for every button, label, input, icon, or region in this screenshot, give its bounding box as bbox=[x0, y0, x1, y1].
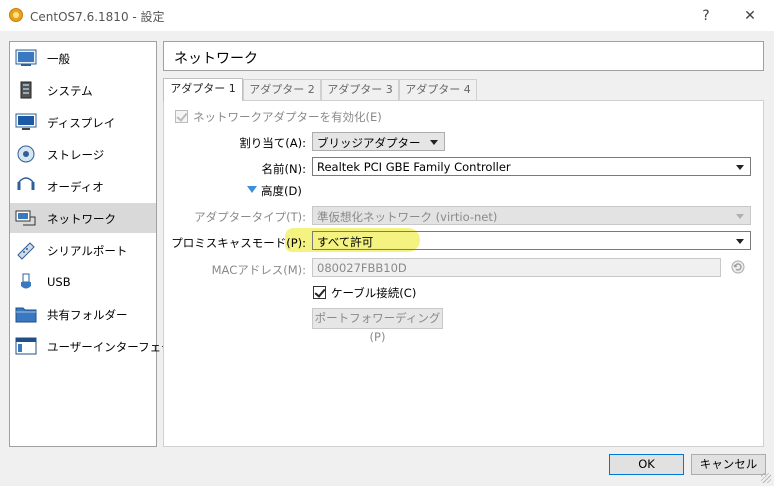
ok-button[interactable]: OK bbox=[609, 454, 684, 475]
promiscuous-mode-value: すべて許可 bbox=[317, 235, 374, 249]
mac-address-field[interactable]: 080027FBB10D bbox=[312, 258, 721, 277]
storage-icon bbox=[17, 145, 35, 163]
tab-adapter-4[interactable]: アダプター 4 bbox=[399, 79, 477, 100]
serial-port-icon bbox=[17, 242, 35, 260]
sidebar-item-label: ディスプレイ bbox=[47, 116, 116, 130]
tab-adapter-2[interactable]: アダプター 2 bbox=[243, 79, 321, 100]
sidebar-item-label: 共有フォルダー bbox=[47, 308, 128, 322]
virtualbox-app-icon bbox=[9, 8, 23, 22]
chevron-down-icon bbox=[736, 214, 744, 219]
sidebar-item-audio[interactable]: オーディオ bbox=[10, 171, 156, 201]
enable-adapter-label: ネットワークアダプターを有効化(E) bbox=[193, 110, 382, 124]
advanced-toggle[interactable]: 高度(D) bbox=[261, 183, 302, 199]
mac-address-value: 080027FBB10D bbox=[317, 261, 407, 275]
chevron-down-icon bbox=[736, 165, 744, 170]
cancel-button[interactable]: キャンセル bbox=[691, 454, 766, 475]
tab-adapter-3[interactable]: アダプター 3 bbox=[321, 79, 399, 100]
cable-connected-label: ケーブル接続(C) bbox=[331, 286, 417, 300]
adapter-type-value: 準仮想化ネットワーク (virtio-net) bbox=[317, 210, 498, 224]
refresh-mac-icon[interactable] bbox=[730, 259, 746, 275]
adapter-name-value: Realtek PCI GBE Family Controller bbox=[317, 160, 511, 174]
page-title: ネットワーク bbox=[174, 51, 258, 67]
sidebar-item-usb[interactable]: USB bbox=[10, 267, 156, 297]
settings-sidebar: 一般 システム ディスプレイ ストレージ オーディオ ネットワーク シリアルポー… bbox=[9, 41, 184, 447]
display-icon bbox=[15, 113, 37, 130]
sidebar-item-label: 一般 bbox=[47, 52, 70, 66]
mac-address-label: MACアドレス(M): bbox=[211, 263, 306, 277]
resize-grip-icon[interactable] bbox=[761, 473, 771, 483]
sidebar-item-serial-port[interactable]: シリアルポート bbox=[10, 235, 156, 265]
page-title-box: ネットワーク bbox=[163, 41, 764, 71]
usb-icon bbox=[21, 273, 31, 289]
sidebar-item-storage[interactable]: ストレージ bbox=[10, 139, 156, 169]
adapter-type-label: アダプタータイプ(T): bbox=[194, 210, 306, 224]
expand-triangle-icon[interactable] bbox=[247, 186, 257, 193]
adapter-name-select[interactable]: Realtek PCI GBE Family Controller bbox=[312, 157, 751, 176]
system-icon bbox=[20, 81, 32, 99]
sidebar-item-shared-folder[interactable]: 共有フォルダー bbox=[10, 299, 156, 329]
name-label: 名前(N): bbox=[261, 162, 306, 176]
window-title: CentOS7.6.1810 - 設定 bbox=[30, 10, 165, 24]
attached-to-select[interactable]: ブリッジアダプター bbox=[312, 132, 445, 151]
user-interface-icon bbox=[15, 337, 37, 355]
adapter-type-select[interactable]: 準仮想化ネットワーク (virtio-net) bbox=[312, 206, 751, 225]
sidebar-item-network[interactable]: ネットワーク bbox=[10, 203, 156, 233]
promiscuous-mode-label: プロミスキャスモード(P): bbox=[171, 236, 306, 250]
enable-adapter-checkbox[interactable] bbox=[175, 110, 188, 123]
sidebar-item-label: ストレージ bbox=[47, 148, 105, 162]
sidebar-item-system[interactable]: システム bbox=[10, 75, 156, 105]
shared-folder-icon bbox=[15, 307, 37, 323]
promiscuous-mode-select[interactable]: すべて許可 bbox=[312, 231, 751, 250]
tab-adapter-1[interactable]: アダプター 1 bbox=[163, 78, 243, 101]
sidebar-item-general[interactable]: 一般 bbox=[10, 43, 156, 73]
attached-to-value: ブリッジアダプター bbox=[317, 136, 421, 150]
sidebar-item-user-interface[interactable]: ユーザーインターフェース bbox=[10, 331, 184, 361]
sidebar-item-label: システム bbox=[47, 84, 93, 98]
sidebar-item-label: USB bbox=[47, 275, 71, 289]
sidebar-item-display[interactable]: ディスプレイ bbox=[10, 107, 156, 137]
chevron-down-icon bbox=[736, 239, 744, 244]
close-button[interactable]: ✕ bbox=[736, 5, 764, 27]
network-icon bbox=[15, 210, 36, 226]
help-button[interactable]: ? bbox=[692, 5, 720, 27]
audio-icon bbox=[17, 177, 35, 190]
sidebar-item-label: ネットワーク bbox=[47, 212, 116, 226]
attached-to-label: 割り当て(A): bbox=[239, 136, 306, 150]
chevron-down-icon bbox=[430, 140, 438, 145]
sidebar-item-label: シリアルポート bbox=[47, 244, 128, 258]
port-forwarding-button[interactable]: ポートフォワーディング(P) bbox=[312, 308, 443, 344]
general-icon bbox=[15, 49, 37, 66]
cable-connected-checkbox[interactable] bbox=[313, 286, 326, 299]
title-bar: CentOS7.6.1810 - 設定 ? ✕ bbox=[0, 0, 774, 31]
sidebar-item-label: オーディオ bbox=[47, 180, 104, 194]
